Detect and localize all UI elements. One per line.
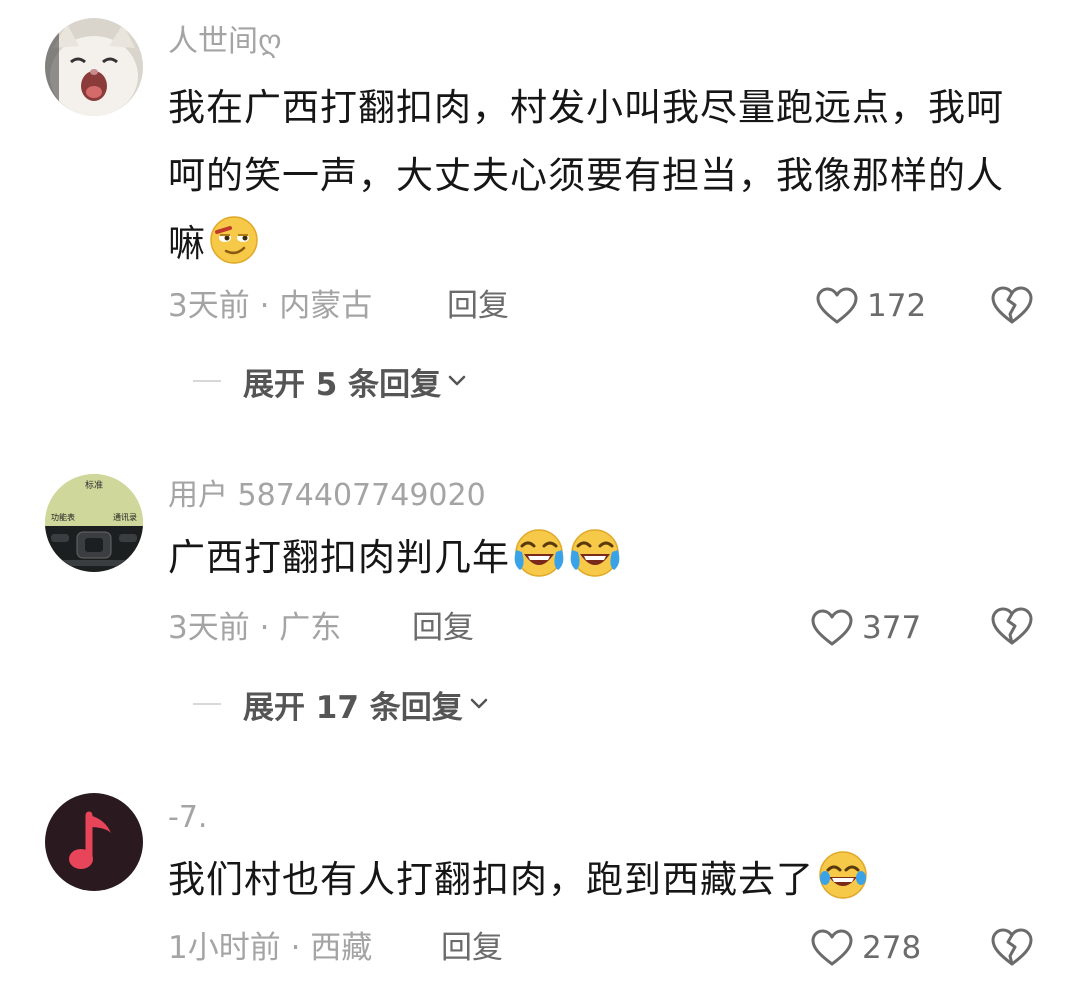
like-count: 172	[867, 288, 927, 324]
laughing-tears-emoji-icon	[816, 848, 870, 924]
cat-avatar-icon	[45, 18, 143, 116]
like-button[interactable]: 172	[815, 284, 926, 328]
time-location: 3天前 · 广东	[168, 610, 342, 646]
like-button[interactable]: 377	[810, 606, 921, 650]
phone-screen-label: 功能表	[51, 512, 75, 522]
reply-button[interactable]: 回复	[447, 286, 509, 326]
expand-replies-label: 展开 5 条回复	[243, 366, 442, 403]
username[interactable]: -7.	[168, 800, 207, 836]
smirk-emoji-icon	[208, 214, 260, 288]
comment-text: 我们村也有人打翻扣肉，跑到西藏去了	[168, 846, 1038, 924]
heart-icon	[816, 287, 858, 324]
like-count: 377	[862, 610, 922, 646]
phone-screen-label: 标准	[85, 479, 103, 491]
broken-heart-icon	[991, 286, 1033, 324]
dislike-button[interactable]	[990, 926, 1034, 970]
phone-screen-label: 通讯录	[113, 512, 137, 522]
broken-heart-icon	[991, 607, 1033, 645]
comment-text: 我在广西打翻扣肉，村发小叫我尽量跑远点，我呵呵的笑一声，大丈夫心须要有担当，我像…	[168, 74, 1038, 288]
expand-replies-label: 展开 17 条回复	[243, 689, 463, 726]
time-location: 1小时前 · 西藏	[168, 930, 373, 966]
username[interactable]: 人世间ღ	[168, 24, 282, 60]
reply-button[interactable]: 回复	[412, 608, 474, 648]
avatar[interactable]: 标准 功能表 通讯录	[45, 474, 143, 572]
dislike-button[interactable]	[990, 605, 1034, 649]
crying-laughing-emoji-icon	[512, 526, 566, 602]
comment-text-body: 我们村也有人打翻扣肉，跑到西藏去了	[168, 858, 814, 901]
broken-heart-icon	[991, 928, 1033, 966]
music-note-avatar-icon	[45, 793, 143, 891]
comment-text-body: 广西打翻扣肉判几年	[168, 536, 510, 579]
comment-text-body: 我在广西打翻扣肉，村发小叫我尽量跑远点，我呵呵的笑一声，大丈夫心须要有担当，我像…	[168, 86, 1004, 265]
reply-button[interactable]: 回复	[441, 928, 503, 968]
like-count: 278	[862, 930, 922, 966]
divider-line	[193, 703, 221, 705]
avatar[interactable]	[45, 793, 143, 891]
dislike-button[interactable]	[990, 284, 1034, 328]
expand-replies[interactable]: 展开 5 条回复	[193, 361, 467, 403]
like-button[interactable]: 278	[810, 926, 921, 970]
time-location: 3天前 · 内蒙古	[168, 288, 373, 324]
expand-replies[interactable]: 展开 17 条回复	[193, 684, 489, 726]
phone-avatar-icon: 标准 功能表 通讯录	[45, 474, 143, 572]
chevron-down-icon	[470, 698, 487, 709]
comment-text: 广西打翻扣肉判几年	[168, 524, 1038, 602]
crying-laughing-emoji-icon	[568, 526, 622, 602]
divider-line	[193, 380, 221, 382]
username[interactable]: 用户 5874407749020	[168, 478, 486, 514]
avatar[interactable]	[45, 18, 143, 116]
chevron-down-icon	[448, 375, 466, 386]
heart-icon	[811, 929, 853, 966]
heart-icon	[811, 609, 853, 646]
comment-item: 人世间ღ 我在广西打翻扣肉，村发小叫我尽量跑远点，我呵呵的笑一声，大丈夫心须要有…	[0, 0, 1080, 420]
